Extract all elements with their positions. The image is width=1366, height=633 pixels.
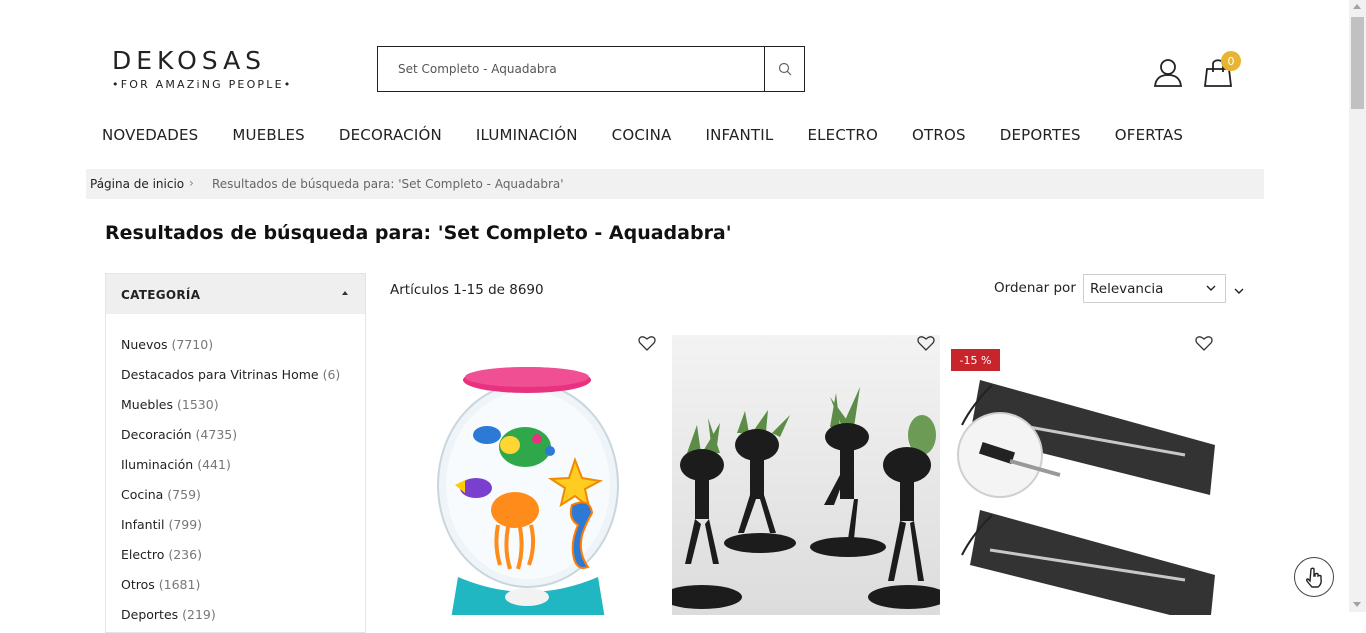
sort-direction-icon — [1234, 288, 1244, 294]
scroll-up-arrow-icon[interactable] — [1353, 4, 1361, 9]
category-item-infantil[interactable]: Infantil (799) — [121, 517, 202, 532]
discount-badge: -15 % — [951, 349, 1000, 371]
wishlist-heart-icon[interactable] — [917, 335, 935, 351]
hand-pointer-icon — [1305, 567, 1322, 588]
nav-item-otros[interactable]: OTROS — [912, 126, 966, 146]
product-image-planter-figures[interactable] — [672, 335, 940, 615]
nav-item-muebles[interactable]: MUEBLES — [232, 126, 304, 146]
result-count: Artículos 1-15 de 8690 — [390, 282, 544, 298]
category-item-decoracion[interactable]: Decoración (4735) — [121, 427, 237, 442]
wishlist-heart-icon[interactable] — [1195, 335, 1213, 351]
nav-item-iluminacion[interactable]: ILUMINACIÓN — [476, 126, 578, 146]
search-button[interactable] — [764, 47, 804, 91]
breadcrumb-separator: › — [189, 176, 194, 190]
category-item-muebles[interactable]: Muebles (1530) — [121, 397, 219, 412]
product-image-straw-set[interactable] — [950, 335, 1218, 615]
user-icon[interactable] — [1152, 56, 1184, 88]
search-icon — [778, 62, 791, 76]
chevron-down-icon — [1206, 285, 1216, 291]
cart-count-badge: 0 — [1221, 51, 1241, 71]
category-item-cocina[interactable]: Cocina (759) — [121, 487, 201, 502]
category-item-nuevos[interactable]: Nuevos (7710) — [121, 337, 213, 352]
category-item-iluminacion[interactable]: Iluminación (441) — [121, 457, 231, 472]
nav-item-novedades[interactable]: NOVEDADES — [102, 126, 198, 146]
main-nav: NOVEDADES MUEBLES DECORACIÓN ILUMINACIÓN… — [102, 126, 1217, 146]
search-bar — [377, 46, 805, 92]
sort-label: Ordenar por — [994, 280, 1076, 296]
category-item-destacados[interactable]: Destacados para Vitrinas Home (6) — [121, 367, 340, 382]
search-input[interactable] — [378, 47, 766, 91]
nav-item-ofertas[interactable]: OFERTAS — [1115, 126, 1183, 146]
sort-select-value: Relevancia — [1090, 281, 1164, 297]
collapse-caret-icon — [342, 291, 348, 295]
scrollbar-thumb[interactable] — [1351, 17, 1364, 109]
product-card[interactable] — [390, 335, 658, 615]
category-filter: CATEGORÍA Nuevos (7710) Destacados para … — [105, 273, 366, 633]
product-image-aquadabra[interactable] — [390, 335, 658, 615]
nav-item-cocina[interactable]: COCINA — [612, 126, 672, 146]
category-item-otros[interactable]: Otros (1681) — [121, 577, 200, 592]
accessibility-button[interactable] — [1294, 557, 1334, 597]
sort-direction-button[interactable] — [1233, 282, 1245, 301]
product-card[interactable] — [672, 335, 940, 615]
nav-item-deportes[interactable]: DEPORTES — [1000, 126, 1081, 146]
category-filter-header[interactable]: CATEGORÍA — [106, 274, 365, 314]
category-filter-title: CATEGORÍA — [121, 288, 201, 302]
breadcrumb-current: Resultados de búsqueda para: 'Set Comple… — [212, 177, 564, 191]
breadcrumb-home-link[interactable]: Página de inicio — [90, 177, 184, 191]
nav-item-decoracion[interactable]: DECORACIÓN — [339, 126, 442, 146]
sort-select[interactable]: Relevancia — [1083, 274, 1226, 303]
category-item-electro[interactable]: Electro (236) — [121, 547, 202, 562]
product-card[interactable] — [950, 335, 1218, 615]
scroll-down-arrow-icon[interactable] — [1353, 602, 1361, 607]
logo[interactable]: DEKOSAS — [112, 46, 266, 75]
wishlist-heart-icon[interactable] — [638, 335, 656, 351]
nav-item-infantil[interactable]: INFANTIL — [706, 126, 774, 146]
category-item-deportes[interactable]: Deportes (219) — [121, 607, 216, 622]
logo-tagline: •FOR AMAZiNG PEOPLE• — [112, 78, 293, 91]
nav-item-electro[interactable]: ELECTRO — [807, 126, 878, 146]
page-title: Resultados de búsqueda para: 'Set Comple… — [105, 222, 732, 244]
